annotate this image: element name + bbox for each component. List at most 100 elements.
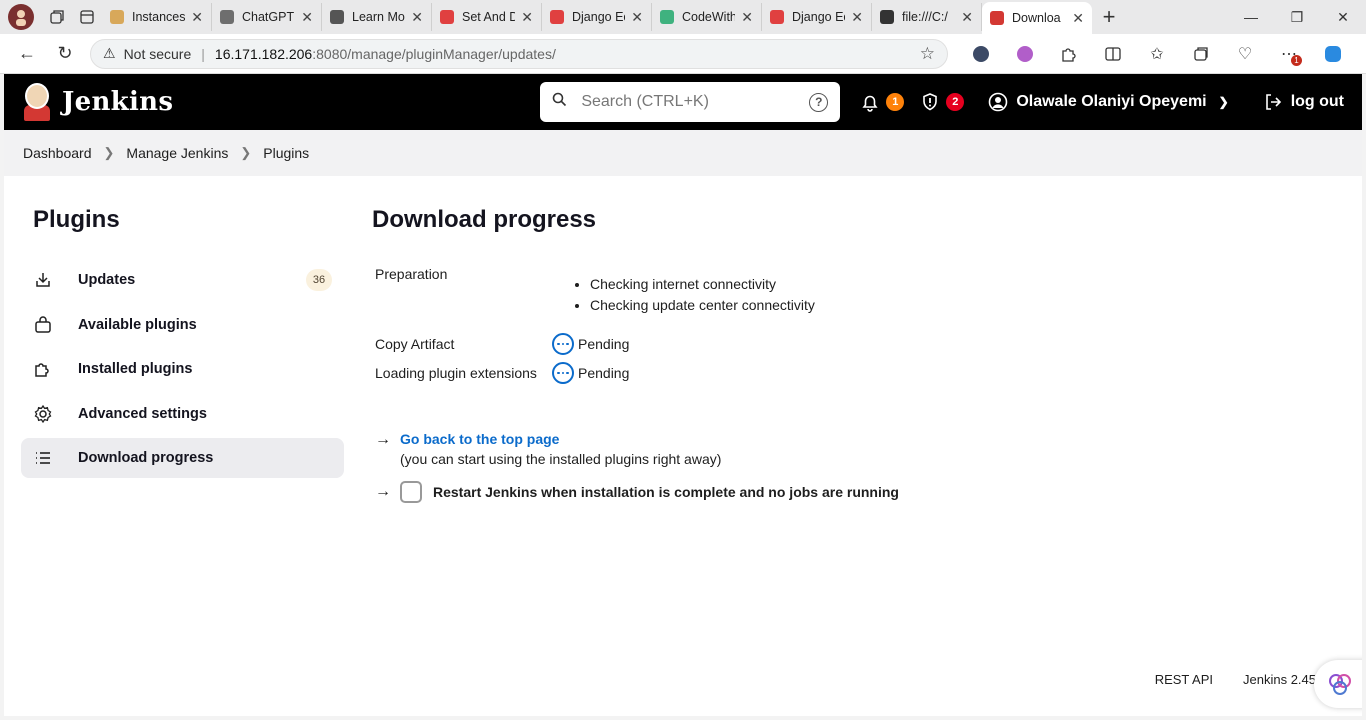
notifications-button[interactable]: 1: [860, 92, 905, 112]
close-tab-icon[interactable]: ✕: [411, 9, 423, 26]
breadcrumb: Dashboard ❯ Manage Jenkins ❯ Plugins: [4, 130, 1362, 176]
close-tab-icon[interactable]: ✕: [961, 9, 973, 26]
sidebar-item-installed-plugins[interactable]: Installed plugins: [21, 349, 344, 389]
browser-essentials-icon[interactable]: ♡: [1226, 39, 1264, 69]
breadcrumb-manage-jenkins[interactable]: Manage Jenkins: [126, 145, 228, 161]
tab-favicon-icon: [110, 10, 124, 24]
job-status: Pending: [552, 333, 629, 355]
jenkins-version[interactable]: Jenkins 2.45: [1243, 672, 1316, 687]
browser-tab[interactable]: CodeWith ✕: [652, 3, 762, 31]
sidebar-item-advanced-settings[interactable]: Advanced settings: [21, 394, 344, 434]
updates-count-badge: 36: [306, 269, 332, 291]
restart-checkbox[interactable]: [400, 481, 422, 503]
tab-title: Downloa: [1012, 11, 1061, 25]
tab-favicon-icon: [220, 10, 234, 24]
gear-icon: [33, 404, 53, 424]
tab-favicon-icon: [440, 10, 454, 24]
tab-title: Django Ec: [572, 10, 626, 24]
page-footer: REST API Jenkins 2.45: [4, 672, 1362, 687]
sidebar-item-updates[interactable]: Updates 36: [21, 260, 344, 300]
sidebar-item-download-progress[interactable]: Download progress: [21, 438, 344, 478]
url-field[interactable]: ⚠ Not secure | 16.171.182.206:8080/manag…: [90, 38, 948, 69]
status-text: Pending: [578, 336, 630, 352]
close-tab-icon[interactable]: ✕: [1072, 10, 1084, 27]
logout-button[interactable]: log out: [1263, 92, 1344, 112]
minimize-icon[interactable]: —: [1228, 0, 1274, 34]
notifications-badge: 1: [886, 93, 905, 111]
settings-more-icon[interactable]: ⋯ 1: [1270, 39, 1308, 69]
address-bar-row: ← ↻ ⚠ Not secure | 16.171.182.206:8080/m…: [0, 34, 1366, 74]
logout-label[interactable]: log out: [1291, 93, 1344, 111]
favorites-icon[interactable]: ✩: [1138, 39, 1176, 69]
browser-tab[interactable]: Instances ✕: [102, 3, 212, 31]
browser-tab[interactable]: Downloa ✕: [982, 2, 1092, 34]
browser-profile-avatar[interactable]: [8, 4, 34, 30]
rest-api-link[interactable]: REST API: [1155, 672, 1213, 687]
restart-label[interactable]: Restart Jenkins when installation is com…: [433, 484, 899, 500]
job-name: Loading plugin extensions: [375, 365, 537, 381]
security-button[interactable]: 2: [920, 92, 965, 112]
sidebar-item-label: Advanced settings: [78, 405, 207, 422]
sidebar-title: Plugins: [33, 206, 120, 233]
tab-favicon-icon: [990, 11, 1004, 25]
security-label[interactable]: Not secure: [124, 46, 192, 62]
browser-tab[interactable]: file:///C:/ ✕: [872, 3, 982, 31]
sidebar-item-available-plugins[interactable]: Available plugins: [21, 305, 344, 345]
help-icon[interactable]: ?: [809, 92, 829, 112]
close-tab-icon[interactable]: ✕: [851, 9, 863, 26]
list-item: Checking internet connectivity: [590, 274, 815, 295]
restore-icon[interactable]: ❐: [1274, 0, 1320, 34]
user-avatar-icon: [989, 92, 1008, 112]
chevron-down-icon[interactable]: ❯: [1219, 95, 1229, 109]
collections-icon[interactable]: [1182, 39, 1220, 69]
restart-row: → Restart Jenkins when installation is c…: [372, 481, 1272, 503]
extension-cursor-icon[interactable]: [962, 39, 1000, 69]
sidebar: Plugins Updates 36 Available plugins Ins…: [21, 206, 344, 483]
browser-tab[interactable]: Django Ec ✕: [542, 3, 652, 31]
refresh-icon[interactable]: ↻: [46, 38, 84, 70]
arrow-right-icon: →: [375, 431, 391, 448]
tab-favicon-icon: [550, 10, 564, 24]
warning-icon[interactable]: ⚠: [103, 45, 116, 62]
tab-title: CodeWith: [682, 10, 736, 24]
copilot-icon[interactable]: [1314, 39, 1352, 69]
close-tab-icon[interactable]: ✕: [521, 9, 533, 26]
close-tab-icon[interactable]: ✕: [741, 9, 753, 26]
browser-tab[interactable]: Set And D ✕: [432, 3, 542, 31]
breadcrumb-chevron-icon[interactable]: ❯: [104, 145, 115, 161]
arrow-right-icon: →: [375, 483, 391, 500]
workspaces-icon[interactable]: [42, 3, 72, 31]
search-box[interactable]: Search (CTRL+K) ?: [540, 82, 841, 122]
user-name[interactable]: Olawale Olaniyi Opeyemi: [1016, 93, 1206, 111]
close-tab-icon[interactable]: ✕: [191, 9, 203, 26]
new-tab-button[interactable]: +: [1092, 4, 1126, 30]
breadcrumb-dashboard[interactable]: Dashboard: [23, 145, 92, 161]
brain-assistant-icon[interactable]: [1314, 660, 1362, 708]
extension-brain-icon[interactable]: [1006, 39, 1044, 69]
user-menu[interactable]: Olawale Olaniyi Opeyemi ❯: [988, 92, 1229, 112]
preparation-label: Preparation: [375, 266, 448, 282]
back-link-row: → Go back to the top page (you can start…: [372, 431, 1272, 467]
search-placeholder[interactable]: Search (CTRL+K): [581, 93, 709, 111]
extensions-puzzle-icon[interactable]: [1050, 39, 1088, 69]
favorite-star-icon[interactable]: ☆: [920, 44, 935, 64]
jenkins-butler-icon: [22, 83, 52, 121]
shopping-bag-icon: [33, 315, 53, 335]
breadcrumb-plugins[interactable]: Plugins: [263, 145, 309, 161]
tab-actions-icon[interactable]: [72, 3, 102, 31]
breadcrumb-chevron-icon[interactable]: ❯: [240, 145, 251, 161]
close-window-icon[interactable]: ✕: [1320, 0, 1366, 34]
job-status: Pending: [552, 362, 629, 384]
split-screen-icon[interactable]: [1094, 39, 1132, 69]
close-tab-icon[interactable]: ✕: [631, 9, 643, 26]
browser-tab[interactable]: Learn Mo ✕: [322, 3, 432, 31]
back-to-top-link[interactable]: Go back to the top page: [400, 431, 721, 447]
back-arrow-icon[interactable]: ←: [8, 38, 46, 70]
jenkins-logo[interactable]: Jenkins: [22, 83, 173, 121]
header-actions: 1 2 Olawale Olaniyi Opeyemi ❯ log out: [860, 92, 1344, 112]
tab-title: Instances: [132, 10, 186, 24]
browser-tab[interactable]: Django Ec ✕: [762, 3, 872, 31]
shield-alert-icon: [923, 93, 938, 111]
browser-tab[interactable]: ChatGPT ✕: [212, 3, 322, 31]
close-tab-icon[interactable]: ✕: [301, 9, 313, 26]
